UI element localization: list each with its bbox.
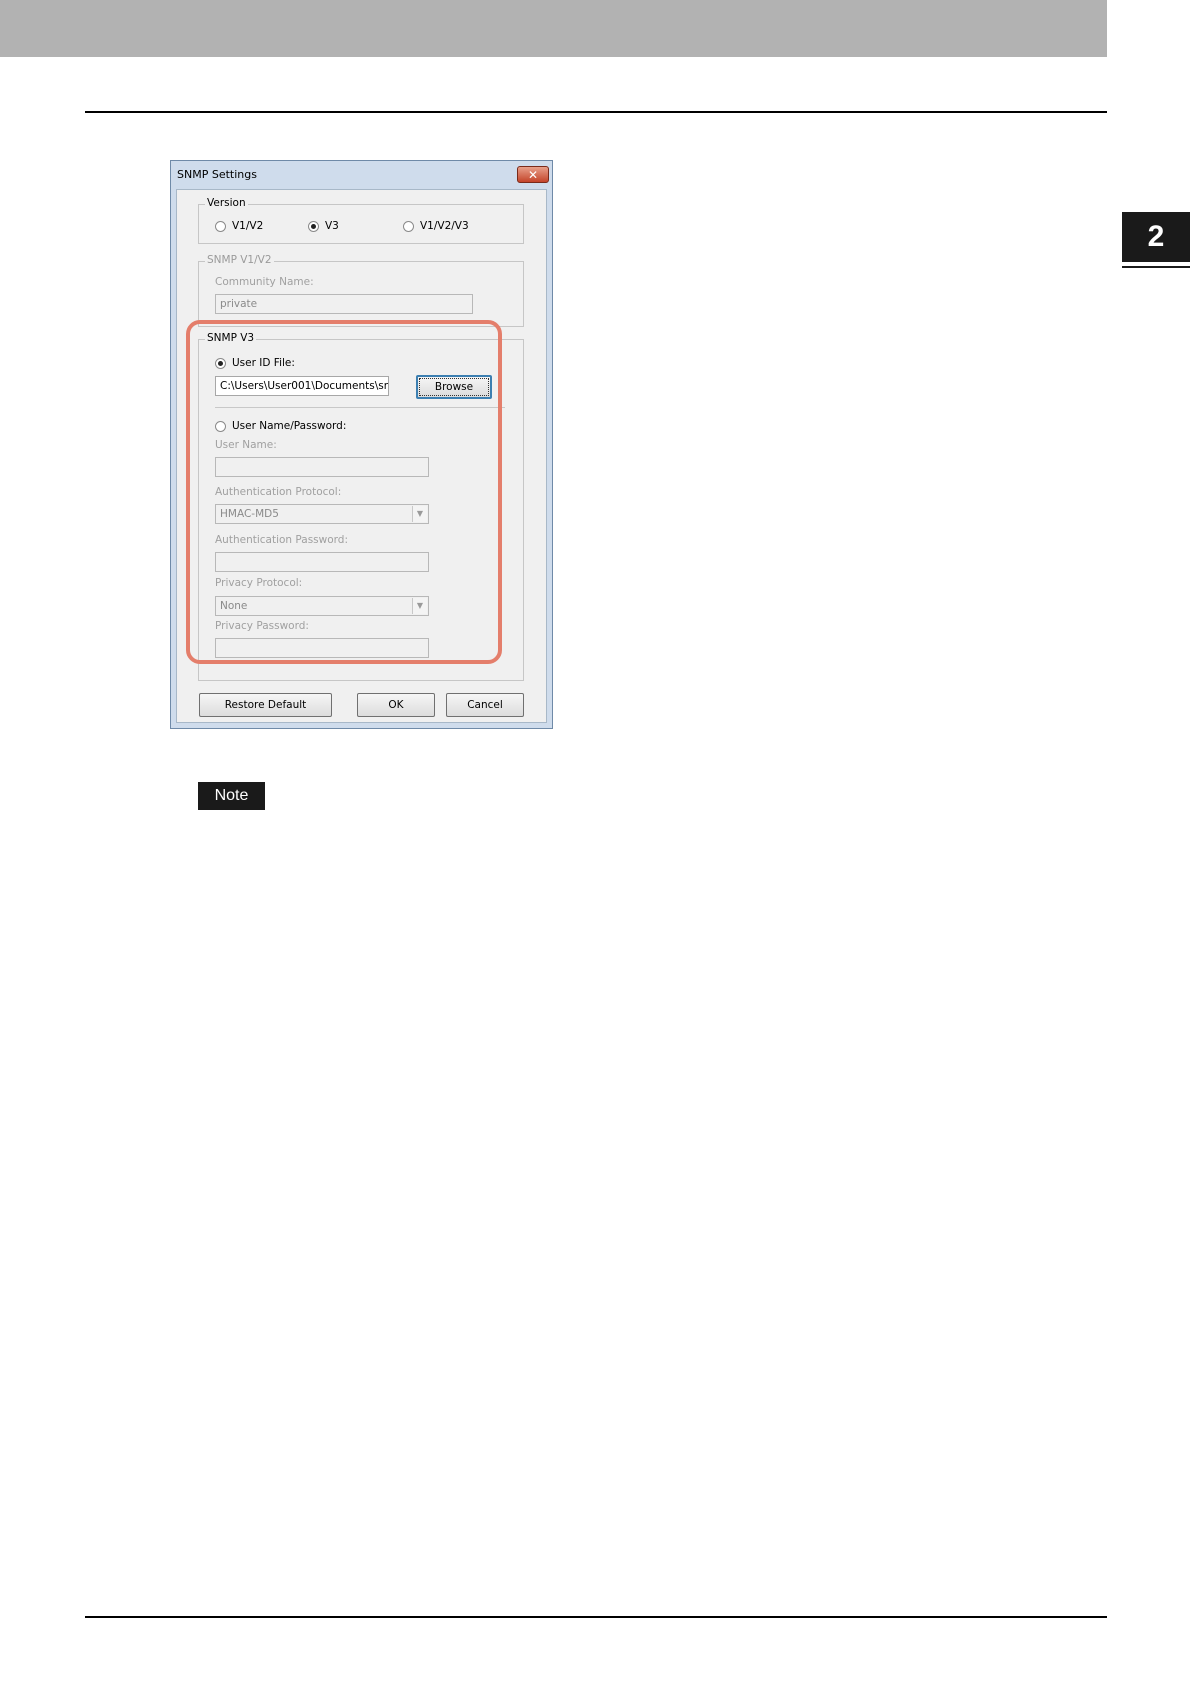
radio-v3-dot[interactable] (308, 220, 319, 232)
community-name-input[interactable]: private (215, 294, 473, 314)
radio-v3[interactable]: V3 (308, 220, 339, 232)
snmp-v1v2-group: SNMP V1/V2 Community Name: private (198, 254, 524, 327)
snmp-v3-highlight-frame (186, 320, 502, 664)
version-group: Version V1/V2 V3 V1/V2/V3 (198, 197, 524, 244)
footer-rule (85, 1616, 1107, 1618)
ok-button[interactable]: OK (357, 693, 435, 717)
restore-default-button[interactable]: Restore Default (199, 693, 332, 717)
header-band (0, 0, 1107, 57)
radio-v1v2-dot[interactable] (215, 220, 226, 232)
header-rule (85, 111, 1107, 113)
dialog-title: SNMP Settings (177, 168, 257, 181)
radio-v1v2-label: V1/V2 (232, 220, 264, 232)
radio-v1v2[interactable]: V1/V2 (215, 220, 263, 232)
dialog-titlebar[interactable]: SNMP Settings ✕ (171, 161, 552, 188)
snmp-v1v2-legend: SNMP V1/V2 (205, 254, 274, 266)
radio-v3-label: V3 (325, 220, 339, 232)
note-label: Note (198, 782, 265, 810)
radio-v1v2v3[interactable]: V1/V2/V3 (403, 220, 469, 232)
close-icon[interactable]: ✕ (517, 166, 549, 183)
community-name-label: Community Name: (215, 276, 314, 288)
radio-v1v2v3-dot[interactable] (403, 220, 414, 232)
cancel-button[interactable]: Cancel (446, 693, 524, 717)
chapter-tab: 2 (1122, 212, 1190, 262)
version-legend: Version (205, 197, 248, 209)
radio-v1v2v3-label: V1/V2/V3 (420, 220, 469, 232)
